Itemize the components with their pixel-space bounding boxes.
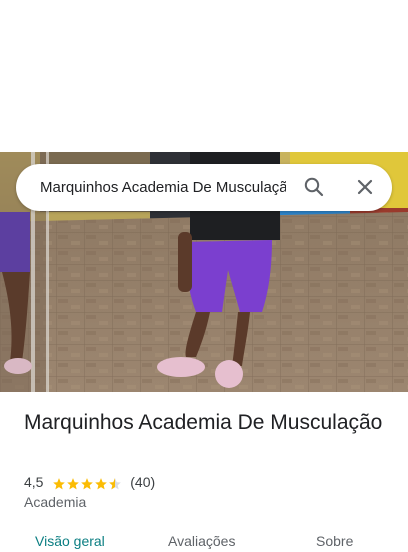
blank-header-area [0, 0, 408, 152]
star-icon [67, 477, 80, 489]
rating-stars [52, 473, 122, 491]
rating-row[interactable]: 4,5 (40) [24, 472, 155, 490]
close-icon[interactable] [353, 175, 377, 199]
tab-overview[interactable]: Visão geral [35, 532, 105, 550]
star-icon [81, 477, 94, 489]
tab-about[interactable]: Sobre [316, 532, 353, 550]
star-icon [95, 477, 108, 489]
review-count[interactable]: (40) [130, 473, 155, 491]
tab-reviews[interactable]: Avaliações [168, 532, 235, 550]
star-half-icon [109, 477, 122, 489]
search-icon[interactable] [302, 175, 326, 199]
search-bar[interactable]: Marquinhos Academia De Musculação [16, 164, 392, 211]
rating-value: 4,5 [24, 474, 44, 491]
star-icon [53, 477, 66, 489]
place-tabs: Visão geral Avaliações Sobre [0, 528, 408, 552]
place-title: Marquinhos Academia De Musculação [24, 411, 383, 434]
place-category: Academia [24, 494, 87, 510]
search-input[interactable]: Marquinhos Academia De Musculação [40, 178, 286, 197]
